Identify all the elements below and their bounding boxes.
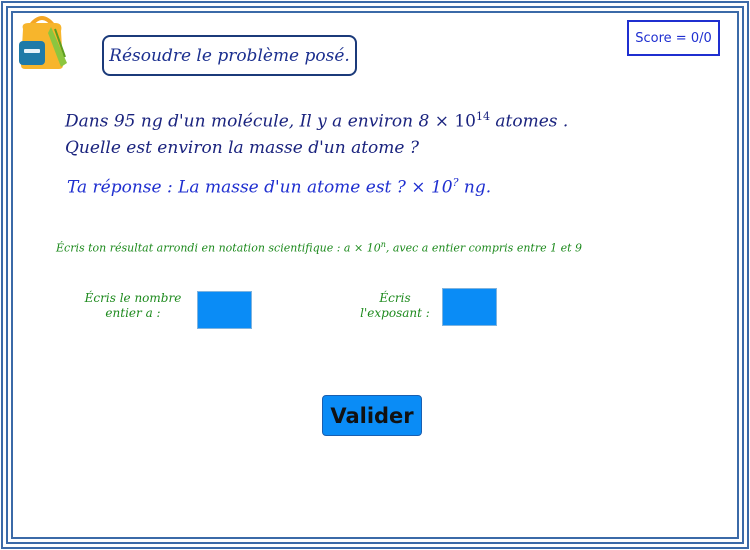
problem-line-2: Quelle est environ la masse d'un atome ? <box>65 137 419 158</box>
hint-text: Écris ton résultat arrondi en notation s… <box>56 240 746 255</box>
validate-button-label: Valider <box>330 403 414 428</box>
outer-frame <box>1 1 749 549</box>
problem-statement: Dans 95 ng d'un molécule, Il y a environ… <box>65 104 725 161</box>
integer-a-label: Écris le nombre entier a : <box>78 291 188 321</box>
problem-line-1: Dans 95 ng d'un molécule, Il y a environ… <box>65 104 725 135</box>
integer-a-input[interactable] <box>197 291 252 329</box>
power-base: 10 <box>454 111 476 132</box>
problem-line1-end: atomes . <box>495 111 569 132</box>
times-sign: × <box>434 111 449 132</box>
answer-exponent: ? <box>452 176 459 189</box>
validate-button[interactable]: Valider <box>322 395 422 436</box>
answer-prompt: Ta réponse : La masse d'un atome est ? ×… <box>67 176 491 198</box>
backpack-icon <box>19 16 67 69</box>
hint-start: Écris ton résultat arrondi en notation s… <box>56 241 381 255</box>
middle-frame <box>6 6 744 544</box>
score-text: Score = 0/0 <box>635 30 712 46</box>
hint-end: , avec a entier compris entre 1 et 9 <box>385 241 583 255</box>
instruction-box: Résoudre le problème posé. <box>102 35 357 76</box>
inner-frame <box>11 11 739 539</box>
exponent-label-line1: Écris <box>379 291 411 305</box>
integer-a-label-line2: entier a : <box>105 306 161 320</box>
score-badge: Score = 0/0 <box>627 20 720 56</box>
exponent-label: Écris l'exposant : <box>355 291 435 321</box>
exponent-label-line2: l'exposant : <box>360 306 430 320</box>
answer-suffix: ng. <box>463 177 492 198</box>
exponent-input[interactable] <box>442 288 497 326</box>
integer-a-label-line1: Écris le nombre <box>84 291 182 305</box>
answer-prefix: Ta réponse : La masse d'un atome est ? ×… <box>67 177 453 198</box>
instruction-text: Résoudre le problème posé. <box>109 45 350 66</box>
problem-line1-start: Dans 95 ng d'un molécule, Il y a environ… <box>65 111 430 132</box>
power-exponent: 14 <box>475 110 490 123</box>
